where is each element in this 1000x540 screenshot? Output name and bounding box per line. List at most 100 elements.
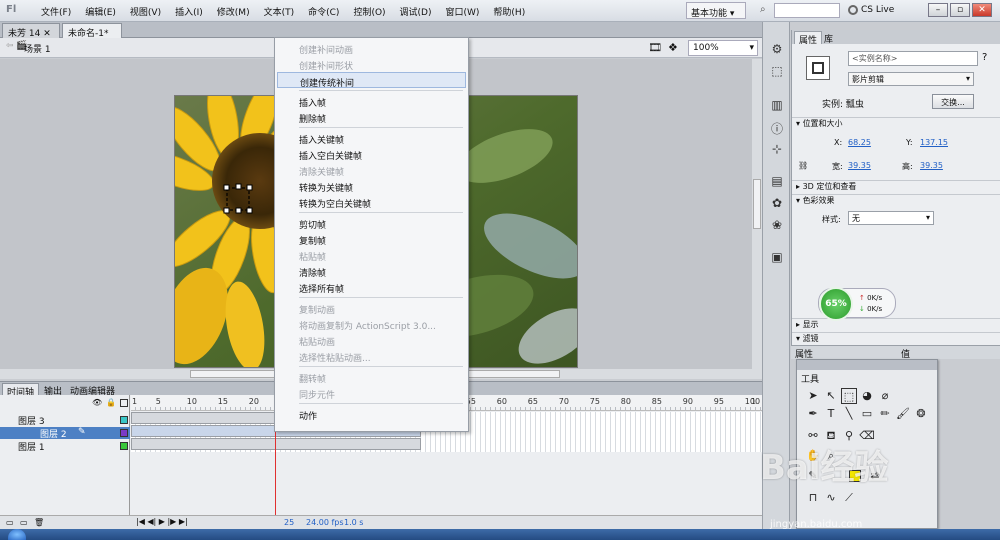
context-menu-item[interactable]: 创建传统补间 bbox=[277, 72, 466, 89]
instance-of-label: 实例: bbox=[822, 100, 844, 110]
section-position-size[interactable]: ▾ 位置和大小 bbox=[792, 117, 1000, 130]
frame-span-layer-1[interactable] bbox=[131, 438, 421, 450]
symbol-type-select[interactable]: 影片剪辑 ▾ bbox=[848, 72, 974, 86]
y-value[interactable]: 137.15 bbox=[920, 138, 948, 147]
doc-tab-1[interactable]: 未芳 14 ✕ bbox=[2, 23, 60, 39]
context-menu-item[interactable]: 插入帧 bbox=[277, 93, 466, 109]
menu-item-7[interactable]: 控制(O) bbox=[346, 4, 392, 19]
close-icon[interactable]: ✕ bbox=[972, 3, 992, 17]
rectangle-tool-icon[interactable]: ▭ bbox=[859, 406, 875, 422]
menu-item-6[interactable]: 命令(C) bbox=[301, 4, 346, 19]
new-folder-icon[interactable]: ▭ bbox=[20, 518, 28, 527]
minimize-icon[interactable]: – bbox=[928, 3, 948, 17]
info-icon[interactable]: ⓘ bbox=[769, 120, 785, 136]
playback-controls-icon[interactable]: |◀ ◀| ▶ |▶ ▶| bbox=[136, 517, 188, 526]
help-search[interactable]: ⌕ bbox=[760, 2, 840, 19]
workspace-switcher[interactable]: 基本功能 ▾ bbox=[686, 2, 746, 19]
brush-tool-icon[interactable]: 🖌 bbox=[895, 406, 911, 422]
tab-library[interactable]: 库 bbox=[820, 31, 837, 45]
section-filters[interactable]: ▾ 滤镜 bbox=[792, 332, 1000, 345]
link-icon[interactable]: ⛓ bbox=[798, 161, 808, 170]
color-icon[interactable]: ⬚ bbox=[769, 64, 785, 80]
current-frame[interactable]: 25 bbox=[284, 518, 294, 527]
menu-item-4[interactable]: 修改(M) bbox=[210, 4, 257, 19]
new-layer-icon[interactable]: ▭ bbox=[6, 518, 14, 527]
motion-presets-icon[interactable]: ⚙ bbox=[769, 42, 785, 58]
width-value[interactable]: 39.35 bbox=[848, 161, 871, 170]
lasso-tool-icon[interactable]: ⌀ bbox=[877, 388, 893, 404]
help-icon[interactable]: ? bbox=[982, 52, 987, 63]
menu-item-3[interactable]: 插入(I) bbox=[168, 4, 210, 19]
subselection-tool-icon[interactable]: ↖ bbox=[823, 388, 839, 404]
text-tool-icon[interactable]: T bbox=[823, 406, 839, 422]
style-select[interactable]: 无 ▾ bbox=[848, 211, 934, 225]
start-button-icon[interactable] bbox=[8, 529, 26, 540]
context-menu-item: 粘贴帧 bbox=[299, 253, 327, 263]
context-menu-item[interactable]: 转换为空白关键帧 bbox=[277, 194, 466, 210]
menu-item-0[interactable]: 文件(F) bbox=[34, 4, 78, 19]
tab-properties[interactable]: 属性 bbox=[794, 31, 823, 46]
section-display[interactable]: ▸ 显示 bbox=[792, 318, 1000, 331]
stage-vertical-scrollbar[interactable] bbox=[752, 59, 762, 379]
history-icon[interactable]: ▤ bbox=[769, 174, 785, 190]
layer-row-1[interactable]: 图层 1 bbox=[0, 440, 130, 453]
cs-live-button[interactable]: CS Live bbox=[848, 5, 894, 15]
smooth-icon[interactable]: ∿ bbox=[823, 490, 839, 506]
free-transform-tool-icon[interactable]: ⬚ bbox=[841, 388, 857, 404]
delete-layer-icon[interactable]: 🗑 bbox=[34, 518, 44, 527]
layer-row-3[interactable]: 图层 3 bbox=[0, 414, 130, 427]
section-3d[interactable]: ▸ 3D 定位和查看 bbox=[792, 180, 1000, 193]
x-value[interactable]: 68.25 bbox=[848, 138, 871, 147]
network-speed-widget[interactable]: 65% ↑ 0K/s ↓ 0K/s bbox=[818, 287, 896, 321]
frame-rate[interactable]: 24.00 fps bbox=[306, 518, 344, 527]
height-value[interactable]: 39.35 bbox=[920, 161, 943, 170]
3d-rotation-tool-icon[interactable]: ◕ bbox=[859, 388, 875, 404]
menu-item-2[interactable]: 视图(V) bbox=[123, 4, 168, 19]
library-icon[interactable]: ❀ bbox=[769, 218, 785, 234]
pencil-tool-icon[interactable]: ✏ bbox=[877, 406, 893, 422]
context-menu-item[interactable]: 选择所有帧 bbox=[277, 279, 466, 295]
context-menu-item[interactable]: 插入空白关键帧 bbox=[277, 146, 466, 162]
context-menu-item[interactable]: 删除帧 bbox=[277, 109, 466, 125]
layer-row-2[interactable]: 图层 2 ✎ bbox=[0, 427, 130, 440]
pen-tool-icon[interactable]: ✒ bbox=[805, 406, 821, 422]
context-menu-item[interactable]: 插入关键帧 bbox=[277, 130, 466, 146]
edit-symbol-icon[interactable]: ❖ bbox=[668, 41, 678, 54]
context-menu-item[interactable]: 清除帧 bbox=[277, 263, 466, 279]
menu-item-1[interactable]: 编辑(E) bbox=[78, 4, 123, 19]
context-menu-item[interactable]: 复制帧 bbox=[277, 231, 466, 247]
selection-tool-icon[interactable]: ➤ bbox=[805, 388, 821, 404]
menu-item-10[interactable]: 帮助(H) bbox=[486, 4, 532, 19]
straighten-icon[interactable]: ⟋ bbox=[841, 490, 857, 506]
back-arrow-icon[interactable]: ⇦ bbox=[6, 41, 14, 51]
scroll-thumb[interactable] bbox=[753, 179, 761, 229]
menu-list: 文件(F) 编辑(E) 视图(V) 插入(I) 修改(M) 文本(T) 命令(C) 控制(O)… bbox=[34, 4, 532, 19]
snap-icon[interactable]: ⊓ bbox=[805, 490, 821, 506]
zoom-select[interactable]: 100% ▾ bbox=[688, 40, 758, 56]
line-tool-icon[interactable]: ╲ bbox=[841, 406, 857, 422]
scene-panel-icon[interactable]: ▣ bbox=[769, 250, 785, 266]
restore-icon[interactable]: ▫ bbox=[950, 3, 970, 17]
transform-icon[interactable]: ⊹ bbox=[769, 142, 785, 158]
context-menu-item[interactable]: 动作 bbox=[277, 406, 466, 422]
components-icon[interactable]: ✿ bbox=[769, 196, 785, 212]
menu-item-8[interactable]: 调试(D) bbox=[393, 4, 439, 19]
lock-icon[interactable]: 🔒 bbox=[106, 398, 116, 407]
section-color-effect[interactable]: ▾ 色彩效果 bbox=[792, 194, 1000, 207]
menu-item-9[interactable]: 窗口(W) bbox=[439, 4, 487, 19]
tools-title-bar[interactable] bbox=[797, 360, 937, 370]
swap-button[interactable]: 交换... bbox=[932, 94, 974, 109]
align-icon[interactable]: ▥ bbox=[769, 98, 785, 114]
context-menu-item[interactable]: 剪切帧 bbox=[277, 215, 466, 231]
doc-tab-2[interactable]: 未命名-1* ✕ bbox=[62, 23, 122, 49]
outline-icon[interactable] bbox=[120, 399, 128, 407]
deco-tool-icon[interactable]: ❂ bbox=[913, 406, 929, 422]
eye-icon[interactable]: 👁 bbox=[92, 398, 102, 407]
search-input[interactable] bbox=[774, 3, 840, 18]
edit-scene-icon[interactable]: 🎞 bbox=[648, 41, 662, 54]
menu-item-5[interactable]: 文本(T) bbox=[257, 4, 302, 19]
instance-name-field[interactable]: <实例名称> bbox=[848, 51, 978, 66]
context-menu-item: 复制动画 bbox=[299, 306, 336, 316]
context-menu-item[interactable]: 转换为关键帧 bbox=[277, 178, 466, 194]
tools-title: 工具 bbox=[801, 375, 820, 385]
